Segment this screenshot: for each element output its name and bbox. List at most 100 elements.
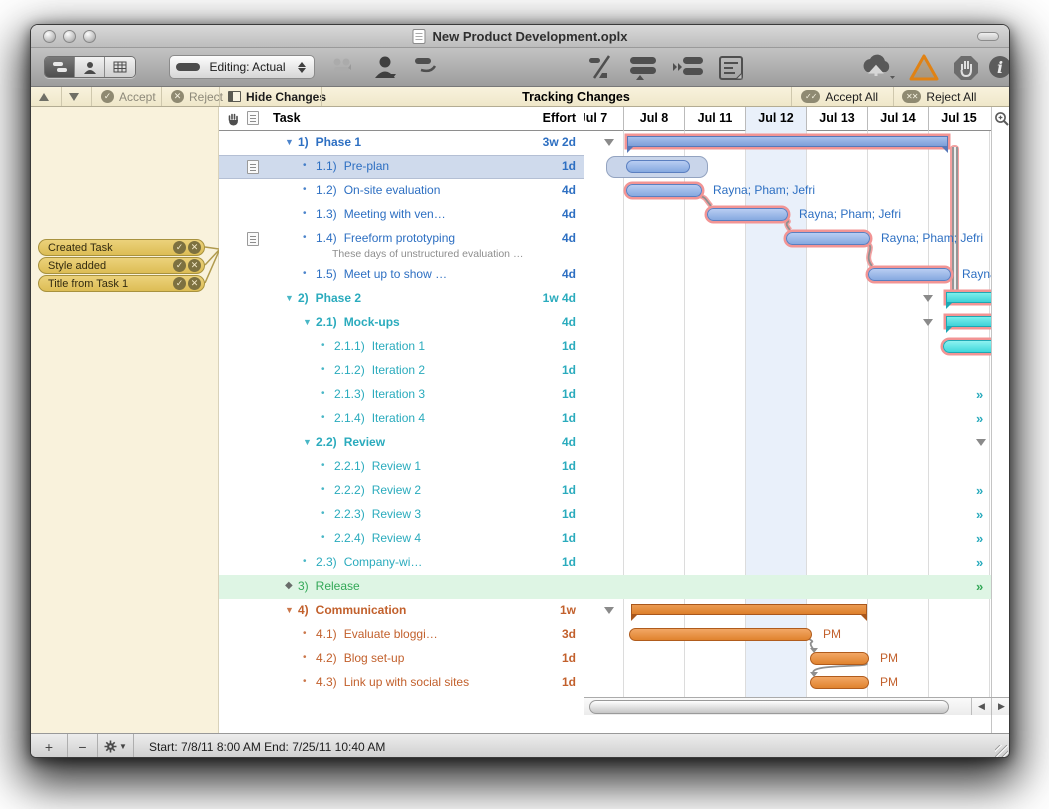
horizontal-scrollbar[interactable]: ◀ ▶ [584,697,1010,715]
gantt-summary-bar[interactable] [627,136,948,147]
svg-text:i: i [997,58,1003,77]
disclosure-triangle[interactable]: ▼ [285,293,294,303]
date-header-cell[interactable]: Jul 12 [745,107,806,131]
lead-lag-icon[interactable] [671,54,705,80]
task-row[interactable]: •2.1.2)Iteration 21d [219,359,584,383]
gantt-summary-bar[interactable] [946,316,991,327]
effort-column-header[interactable]: Effort [543,111,576,125]
date-header-cell[interactable]: Jul 15 [928,107,989,131]
gantt-task-bar[interactable] [810,676,869,689]
date-header-cell[interactable]: Jul 11 [684,107,745,131]
zoom-button[interactable] [83,30,96,43]
gantt-task-bar[interactable] [626,160,690,173]
scroll-left-button[interactable]: ◀ [971,698,991,715]
calendar-view-segment[interactable] [105,57,135,77]
minimize-button[interactable] [63,30,76,43]
date-header-cell[interactable]: Jul 8 [623,107,684,131]
gantt-summary-bar[interactable] [946,292,991,303]
gantt-task-bar[interactable] [629,628,812,641]
task-row[interactable]: •2.1.4)Iteration 41d [219,407,584,431]
task-row[interactable]: ▼4)Communication1w [219,599,584,623]
gantt-task-bar[interactable] [868,268,951,281]
editing-mode-label: Editing: Actual [207,60,288,74]
task-row[interactable]: •4.2)Blog set-up1d [219,647,584,671]
disclosure-triangle[interactable]: ▼ [303,437,312,447]
task-row[interactable]: ▼1)Phase 13w 2d [219,131,584,155]
group-tasks-icon[interactable] [331,54,357,78]
hide-changes-button[interactable]: Hide Changes [228,87,326,106]
date-header-cell[interactable]: Jul 14 [867,107,928,131]
task-row[interactable]: •2.2.3)Review 31d [219,503,584,527]
gantt-task-bar[interactable] [943,340,991,353]
notes-icon[interactable] [717,54,745,82]
remove-task-button[interactable]: − [68,734,98,758]
gantt-task-bar[interactable] [707,208,788,221]
task-row[interactable]: •4.1)Evaluate bloggi…3d [219,623,584,647]
accept-change-button[interactable]: ✓ [173,259,186,272]
task-row[interactable]: •1.2)On-site evaluation4d [219,179,584,203]
reject-change-button[interactable]: ✕ [188,241,201,254]
disclosure-triangle[interactable]: ▼ [285,137,294,147]
connect-tasks-icon[interactable] [627,54,659,80]
task-row[interactable]: •4.3)Link up with social sites1d [219,671,584,695]
accept-change-button[interactable]: ✓ [173,277,186,290]
task-row[interactable]: •1.3)Meeting with ven…4d [219,203,584,227]
disclosure-triangle[interactable]: ▼ [285,605,294,615]
accept-all-button[interactable]: ✓✓ Accept All [801,87,878,106]
gantt-task-bar[interactable] [786,232,870,245]
disclosure-triangle[interactable]: ▼ [303,317,312,327]
effort-split-icon[interactable] [587,54,615,82]
publish-cloud-icon[interactable] [857,54,897,82]
task-row[interactable]: •1.1)Pre-plan1d [219,155,584,179]
gantt-date-ruler[interactable]: Jul 7Jul 8Jul 11Jul 12Jul 13Jul 14Jul 15 [584,107,991,131]
style-icon[interactable] [413,54,439,76]
gantt-task-bar[interactable] [626,184,702,197]
offscreen-bar-arrow: » [976,483,982,498]
assignment-label: Rayna; Pham; Jefri [881,231,983,245]
violations-warning-icon[interactable] [909,54,939,81]
zoom-magnifier-icon[interactable] [994,111,1010,127]
note-icon[interactable] [247,232,259,246]
stop-leveling-icon[interactable] [952,54,980,82]
reject-all-button[interactable]: ✕✕ Reject All [902,87,976,106]
task-row[interactable]: ▼2.1)Mock-ups4d [219,311,584,335]
title-bar[interactable]: New Product Development.oplx [31,25,1009,48]
task-row[interactable]: •2.2.1)Review 11d [219,455,584,479]
task-row[interactable]: •2.1.3)Iteration 31d [219,383,584,407]
reject-change-button[interactable]: ✕ [188,277,201,290]
task-row[interactable]: ◆3)Release [219,575,584,599]
next-change-button[interactable] [69,87,79,106]
toolbar-toggle-button[interactable] [977,32,999,41]
changes-sidebar: Created Task ✓ ✕ Style added ✓ ✕ Title f… [31,107,219,733]
date-header-cell[interactable]: Jul 13 [806,107,867,131]
close-button[interactable] [43,30,56,43]
add-task-button[interactable]: + [31,734,68,758]
task-row[interactable]: •1.5)Meet up to show …4d [219,263,584,287]
task-row[interactable]: •2.3)Company-wi…1d [219,551,584,575]
accept-button[interactable]: ✓ Accept [101,87,156,106]
task-row[interactable]: ▼2)Phase 21w 4d [219,287,584,311]
assign-resource-icon[interactable] [374,54,396,80]
reject-button[interactable]: ✕ Reject [171,87,223,106]
resource-view-segment[interactable] [75,57,105,77]
task-view-segment[interactable] [45,57,75,77]
task-row[interactable]: •2.2.4)Review 41d [219,527,584,551]
gantt-summary-bar[interactable] [631,604,867,615]
note-icon[interactable] [247,160,259,174]
resize-grip[interactable] [995,745,1008,758]
reject-change-button[interactable]: ✕ [188,259,201,272]
scroll-right-button[interactable]: ▶ [991,698,1010,715]
gantt-task-bar[interactable] [810,652,869,665]
task-column-header[interactable]: Task [273,111,301,125]
task-row[interactable]: •2.1.1)Iteration 11d [219,335,584,359]
inspector-info-icon[interactable]: i [987,54,1010,80]
previous-change-button[interactable] [39,87,49,106]
editing-mode-popup[interactable]: Editing: Actual [169,55,315,79]
scrollbar-thumb[interactable] [589,700,949,714]
accept-change-button[interactable]: ✓ [173,241,186,254]
task-row[interactable]: •2.2.2)Review 21d [219,479,584,503]
date-header-cell[interactable]: Jul 7 [584,107,623,131]
task-row[interactable]: •1.4)Freeform prototypingThese days of u… [219,227,584,263]
action-gear-button[interactable]: ▼ [98,734,134,758]
task-row[interactable]: ▼2.2)Review4d [219,431,584,455]
